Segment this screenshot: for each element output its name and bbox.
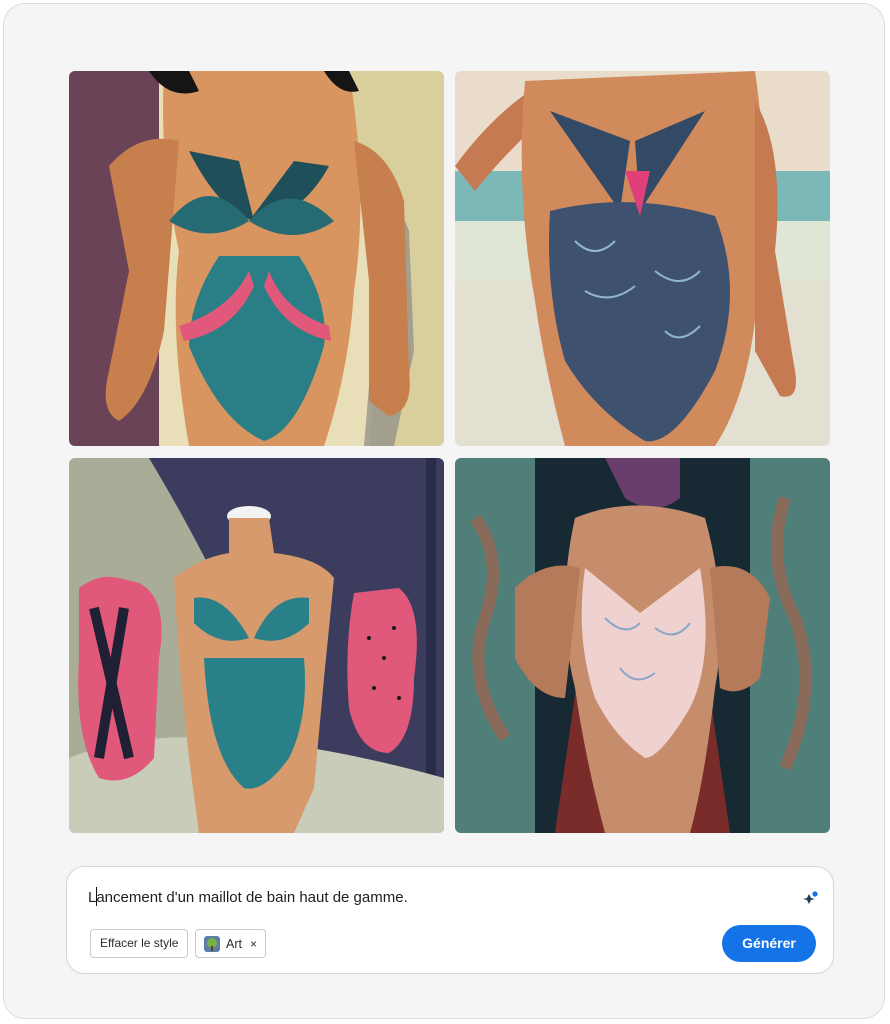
generated-image-1-art	[69, 71, 444, 446]
text-caret	[96, 887, 97, 906]
generated-image-1[interactable]	[69, 71, 444, 446]
generated-image-4-art	[455, 458, 830, 833]
generated-image-4[interactable]	[455, 458, 830, 833]
generated-image-3[interactable]	[69, 458, 444, 833]
art-style-thumbnail-icon	[204, 935, 220, 952]
generated-image-2[interactable]	[455, 71, 830, 446]
generate-button[interactable]: Générer	[722, 925, 816, 962]
clear-style-button[interactable]: Effacer le style	[90, 929, 189, 958]
generated-image-2-art	[455, 71, 830, 446]
generated-image-3-art	[69, 458, 444, 833]
style-chip-art[interactable]: Art ×	[195, 929, 266, 958]
image-gallery	[0, 0, 890, 850]
style-chip-label: Art	[226, 936, 242, 951]
close-icon[interactable]: ×	[250, 937, 257, 951]
sparkle-icon[interactable]	[803, 891, 819, 907]
prompt-input[interactable]: Lancement d'un maillot de bain haut de g…	[88, 889, 408, 906]
prompt-box: Lancement d'un maillot de bain haut de g…	[66, 866, 834, 974]
